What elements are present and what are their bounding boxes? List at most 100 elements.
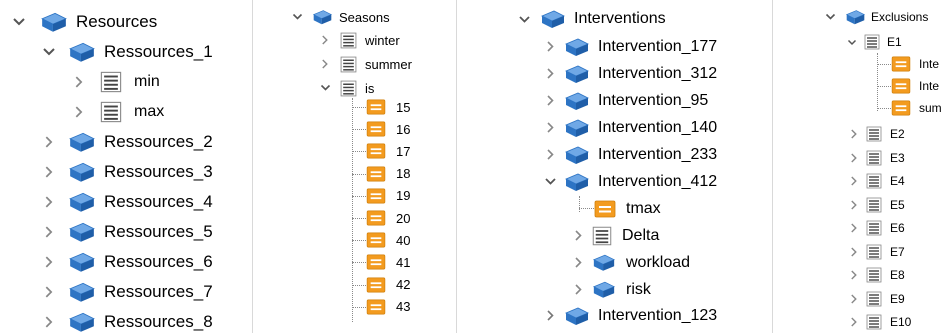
tree-node-label: Intervention_123 (598, 306, 718, 324)
chevron-right-icon[interactable] (542, 141, 558, 168)
tree-node-tmax[interactable]: tmax (594, 195, 661, 222)
chevron-down-icon[interactable] (318, 77, 332, 99)
tree-node-resources[interactable]: Resources (10, 8, 157, 36)
tree-node-e1[interactable]: E1 (846, 31, 902, 53)
tree-node-intervention[interactable]: Intervention_177 (542, 33, 717, 60)
chevron-down-icon[interactable] (10, 8, 28, 36)
chevron-down-icon[interactable] (516, 6, 532, 32)
tree-node-e5[interactable]: E5 (848, 194, 905, 216)
tree-node-e4[interactable]: E4 (848, 170, 905, 192)
panel-divider (252, 0, 253, 333)
chevron-right-icon[interactable] (848, 147, 860, 169)
tree-node-winter[interactable]: winter (318, 29, 400, 51)
panel-divider (772, 0, 773, 333)
chevron-right-icon[interactable] (72, 98, 86, 126)
chevron-right-icon[interactable] (848, 217, 860, 239)
tree-node-e7[interactable]: E7 (848, 241, 905, 263)
tree-node-exclusions[interactable]: Exclusions (824, 6, 928, 28)
tree-node-risk[interactable]: risk (570, 276, 651, 303)
tree-guide-branch (352, 129, 366, 131)
tree-node-exclusion-item[interactable]: Inte (891, 53, 939, 75)
tree-node-label: E10 (890, 315, 912, 329)
tree-node-ressources[interactable]: Ressources_3 (40, 158, 213, 186)
chevron-down-icon[interactable] (290, 6, 304, 28)
chevron-right-icon[interactable] (848, 194, 860, 216)
tree-node-seasons[interactable]: Seasons (290, 6, 390, 28)
tree-node-Delta[interactable]: Delta (570, 222, 659, 249)
chevron-down-icon[interactable] (824, 6, 837, 28)
chevron-down-icon[interactable] (40, 38, 58, 66)
cube-icon (68, 281, 96, 303)
tree-node-is-value[interactable]: 15 (366, 96, 410, 118)
tree-node-summer[interactable]: summer (318, 53, 412, 75)
tree-guide-line (877, 53, 878, 111)
chevron-right-icon[interactable] (40, 308, 58, 333)
tree-node-ressources[interactable]: Ressources_5 (40, 218, 213, 246)
tree-node-ressources[interactable]: Ressources_8 (40, 308, 213, 333)
chevron-down-icon[interactable] (846, 31, 858, 53)
chevron-right-icon[interactable] (848, 264, 860, 286)
chevron-right-icon[interactable] (542, 302, 558, 329)
tree-node-label: Ressources_4 (104, 192, 213, 211)
value-icon (366, 232, 386, 248)
tree-node-ressources[interactable]: Ressources_2 (40, 128, 213, 156)
chevron-right-icon[interactable] (848, 288, 860, 310)
tree-node-is-value[interactable]: 41 (366, 251, 410, 273)
tree-node-intervention[interactable]: Intervention_312 (542, 60, 717, 87)
tree-node-e9[interactable]: E9 (848, 288, 905, 310)
chevron-right-icon[interactable] (570, 222, 586, 249)
tree-node-label: Intervention_140 (598, 118, 718, 136)
tree-node-is-value[interactable]: 19 (366, 185, 410, 207)
tree-node-e10[interactable]: E10 (848, 311, 911, 333)
chevron-right-icon[interactable] (848, 311, 860, 333)
tree-node-e8[interactable]: E8 (848, 264, 905, 286)
tree-node-intervention-123[interactable]: Intervention_123 (542, 302, 717, 329)
tree-node-max[interactable]: max (72, 98, 164, 126)
tree-node-e6[interactable]: E6 (848, 217, 905, 239)
tree-node-is-value[interactable]: 43 (366, 296, 410, 318)
chevron-right-icon[interactable] (542, 114, 558, 141)
tree-node-ressources[interactable]: Ressources_6 (40, 248, 213, 276)
chevron-right-icon[interactable] (40, 188, 58, 216)
tree-node-is-value[interactable]: 20 (366, 207, 410, 229)
chevron-right-icon[interactable] (40, 158, 58, 186)
tree-guide-line (579, 196, 580, 212)
tree-node-interventions[interactable]: Interventions (516, 6, 666, 32)
chevron-right-icon[interactable] (542, 87, 558, 114)
tree-node-is-value[interactable]: 17 (366, 140, 410, 162)
chevron-right-icon[interactable] (848, 123, 860, 145)
tree-node-ressources[interactable]: Ressources_4 (40, 188, 213, 216)
chevron-right-icon[interactable] (542, 60, 558, 87)
tree-node-intervention[interactable]: Intervention_412 (542, 168, 717, 195)
tree-node-is-value[interactable]: 16 (366, 118, 410, 140)
tree-node-intervention[interactable]: Intervention_95 (542, 87, 708, 114)
chevron-right-icon[interactable] (848, 241, 860, 263)
tree-node-label: min (134, 73, 160, 90)
chevron-right-icon[interactable] (40, 128, 58, 156)
tree-node-exclusion-item[interactable]: Inte (891, 75, 939, 97)
chevron-right-icon[interactable] (72, 68, 86, 96)
chevron-right-icon[interactable] (40, 278, 58, 306)
tree-node-e3[interactable]: E3 (848, 147, 905, 169)
chevron-right-icon[interactable] (40, 248, 58, 276)
chevron-right-icon[interactable] (542, 33, 558, 60)
tree-node-ressources-1[interactable]: Ressources_1 (40, 38, 213, 66)
tree-node-is-value[interactable]: 18 (366, 163, 410, 185)
chevron-right-icon[interactable] (40, 218, 58, 246)
chevron-right-icon[interactable] (570, 249, 586, 276)
tree-node-ressources[interactable]: Ressources_7 (40, 278, 213, 306)
tree-node-workload[interactable]: workload (570, 249, 690, 276)
chevron-right-icon[interactable] (570, 276, 586, 303)
tree-node-intervention[interactable]: Intervention_140 (542, 114, 717, 141)
chevron-down-icon[interactable] (542, 168, 558, 195)
chevron-right-icon[interactable] (848, 170, 860, 192)
chevron-right-icon[interactable] (318, 29, 332, 51)
tree-node-intervention[interactable]: Intervention_233 (542, 141, 717, 168)
tree-node-is-value[interactable]: 42 (366, 274, 410, 296)
tree-node-is-value[interactable]: 40 (366, 229, 410, 251)
chevron-right-icon[interactable] (318, 53, 332, 75)
tree-node-e2[interactable]: E2 (848, 123, 905, 145)
tree-guide-branch (877, 64, 891, 65)
tree-node-min[interactable]: min (72, 68, 160, 96)
tree-node-exclusion-item[interactable]: sum (891, 97, 942, 119)
